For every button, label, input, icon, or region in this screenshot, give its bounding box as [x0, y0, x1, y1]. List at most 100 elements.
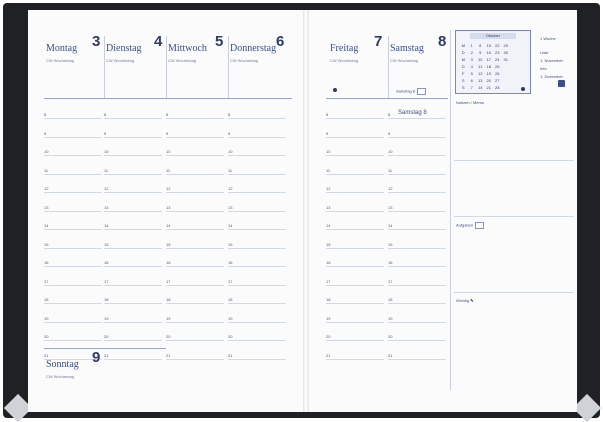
mini-calendar-cell: 22: [495, 43, 500, 48]
hour-line: [44, 266, 102, 267]
day-name: Samstag: [390, 43, 424, 54]
day-sub: CW Wochentag: [330, 58, 358, 63]
day-number: 5: [215, 33, 224, 50]
mini-calendar-cell: 2: [470, 50, 473, 55]
hour-line: [326, 359, 384, 360]
hour-line: [166, 174, 224, 175]
day-name: Freitag: [330, 43, 359, 54]
hour-line: [166, 192, 224, 193]
mini-calendar-cell: [519, 71, 528, 76]
mini-calendar-cell: 1: [470, 43, 473, 48]
hour-line: [166, 118, 224, 119]
mini-calendar-cell: [510, 50, 519, 55]
mini-calendar-cell: 19: [486, 71, 491, 76]
hour-label: 13: [388, 205, 393, 210]
hour-line: [326, 137, 384, 138]
mini-calendar-cell: 7: [470, 85, 473, 90]
day-name: Sonntag: [46, 359, 79, 370]
mini-calendar-cell: [519, 78, 528, 83]
hour-line: [44, 211, 102, 212]
hour-line: [228, 266, 286, 267]
hour-line: [44, 285, 102, 286]
hour-label: 17: [104, 279, 109, 284]
hour-line: [44, 174, 102, 175]
day-sub: CW Wochentag: [390, 58, 418, 63]
hour-line: [44, 137, 102, 138]
hour-label: 9: [104, 131, 107, 136]
hour-line: [388, 248, 446, 249]
hour-label: 20: [166, 334, 171, 339]
hour-line: [166, 211, 224, 212]
mini-calendar-cell: 30: [503, 50, 508, 55]
day-header-sunday: Sonntag 9 CW Wochentag: [46, 349, 106, 379]
day-number: 7: [374, 33, 383, 50]
mini-calendar-cell: 11: [478, 64, 483, 69]
mini-calendar-cell: [519, 43, 528, 48]
note-2: Liste: [540, 50, 549, 55]
hour-label: 19: [326, 316, 331, 321]
mini-calendar-cell: [502, 71, 511, 76]
mini-calendar-cell: 8: [479, 43, 482, 48]
hour-line: [44, 229, 102, 230]
header-underline: [44, 98, 292, 99]
hour-label: 18: [44, 297, 49, 302]
hour-label: 10: [388, 149, 393, 154]
hour-line: [228, 359, 286, 360]
hour-line: [104, 155, 162, 156]
day-number: 4: [154, 33, 163, 50]
mini-calendar-cell: 26: [495, 71, 500, 76]
hour-line: [166, 359, 224, 360]
hour-label: 13: [228, 205, 233, 210]
hour-label: 16: [228, 260, 233, 265]
hour-line: [388, 155, 446, 156]
mini-calendar-cell: D: [461, 50, 465, 55]
hour-line: [228, 285, 286, 286]
column-divider: [166, 36, 167, 98]
hour-line: [228, 137, 286, 138]
hour-line: [228, 192, 286, 193]
column-divider: [104, 36, 105, 98]
hour-label: 11: [388, 168, 393, 173]
hour-line: [388, 285, 446, 286]
hour-label: 18: [228, 297, 233, 302]
mini-calendar-cell: 21: [486, 85, 491, 90]
mini-calendar-cell: 27: [495, 78, 500, 83]
mini-calendar-cell: [510, 64, 519, 69]
hour-label: 16: [326, 260, 331, 265]
hour-line: [166, 137, 224, 138]
mini-calendar-cell: 5: [470, 71, 473, 76]
hour-line: [388, 322, 446, 323]
mini-calendar-cell: [502, 78, 511, 83]
day-sub: CW Wochentag: [106, 58, 134, 63]
hour-line: [388, 118, 446, 119]
mini-calendar-cell: 12: [478, 71, 483, 76]
notes-rule: [454, 160, 574, 161]
note-1: 1 Woche: [540, 36, 556, 41]
hour-line: [228, 118, 286, 119]
day-name: Mittwoch: [168, 43, 207, 54]
hour-line: [228, 322, 286, 323]
hour-line: [228, 248, 286, 249]
hour-line: [104, 340, 162, 341]
mini-calendar-cell: S: [461, 78, 465, 83]
calendar-dot: [521, 87, 525, 91]
hour-label: 18: [104, 297, 109, 302]
hour-label: 15: [388, 242, 393, 247]
hour-label: 20: [44, 334, 49, 339]
hour-label: 11: [228, 168, 233, 173]
mini-calendar: Oktober M 1 8 15 22 29 D 2 9 16 23 30 M 3 10 17 24 31 D 4 11…: [455, 30, 531, 94]
hour-label: 20: [228, 334, 233, 339]
hour-label: 9: [326, 131, 329, 136]
hour-line: [166, 155, 224, 156]
hour-line: [104, 266, 162, 267]
day-sub: CW Wochentag: [230, 58, 258, 63]
mini-calendar-cell: 18: [486, 64, 491, 69]
hour-label: 14: [326, 223, 331, 228]
day-number: 8: [438, 33, 447, 50]
hour-label: 17: [166, 279, 171, 284]
hour-label: 10: [104, 149, 109, 154]
day-number: 3: [92, 33, 101, 50]
hour-label: 14: [388, 223, 393, 228]
hour-line: [104, 322, 162, 323]
hour-label: 15: [104, 242, 109, 247]
